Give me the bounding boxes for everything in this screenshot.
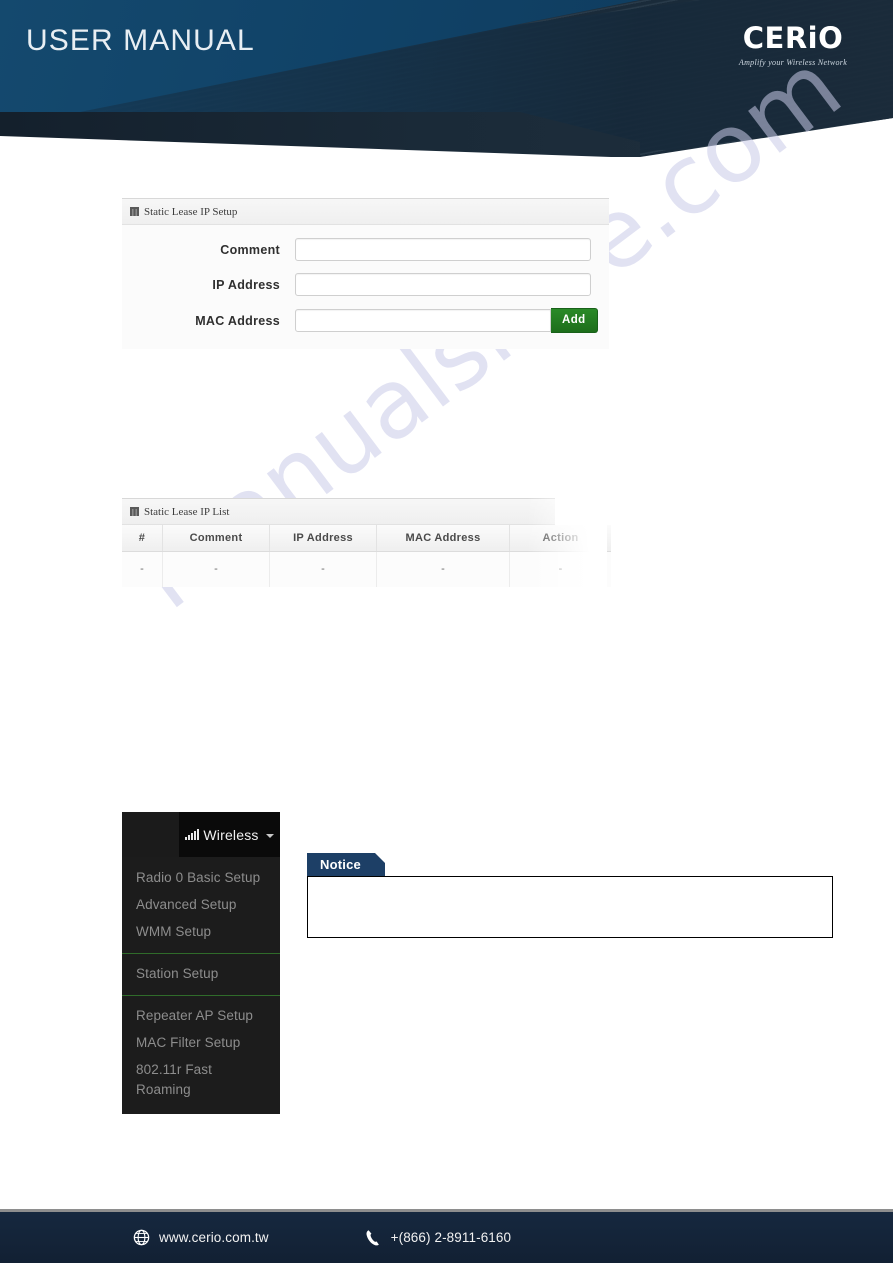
sidebar-item-advanced-setup[interactable]: Advanced Setup xyxy=(122,892,280,919)
wireless-menu-header: Wireless xyxy=(122,812,280,857)
cell-comment: - xyxy=(162,551,270,587)
sidebar-item-radio-0-basic-setup[interactable]: Radio 0 Basic Setup xyxy=(122,865,280,892)
notice-box: Notice xyxy=(307,853,833,938)
cell-ip: - xyxy=(269,551,377,587)
mac-address-label: MAC Address xyxy=(195,313,280,328)
brand-name: CERiO xyxy=(742,21,844,55)
form-row-comment: Comment xyxy=(122,238,609,261)
static-lease-ip-table: # Comment IP Address MAC Address Action … xyxy=(122,525,611,587)
ip-address-input[interactable] xyxy=(295,273,591,296)
watermark: manualshive.com xyxy=(116,31,861,850)
list-panel-header: Static Lease IP List xyxy=(122,498,555,525)
column-header-mac: MAC Address xyxy=(376,525,510,552)
setup-panel-header: Static Lease IP Setup xyxy=(122,198,609,225)
column-header-ip: IP Address xyxy=(269,525,377,552)
footer-phone-text: +(866) 2-8911-6160 xyxy=(390,1230,512,1245)
wireless-menu-group-3: Repeater AP Setup MAC Filter Setup 802.1… xyxy=(122,1001,280,1107)
page-header: USER MANUAL CERiO Amplify your Wireless … xyxy=(0,0,893,157)
comment-label: Comment xyxy=(220,242,280,257)
signal-bars-icon xyxy=(185,829,200,840)
cell-action[interactable]: - xyxy=(509,551,611,587)
add-button[interactable]: Add xyxy=(551,308,598,333)
table-row: - - - - - xyxy=(122,551,611,587)
sidebar-item-mac-filter-setup[interactable]: MAC Filter Setup xyxy=(122,1030,280,1057)
brand-logo: CERiO Amplify your Wireless Network xyxy=(723,21,863,68)
phone-icon xyxy=(365,1229,382,1247)
page-footer: www.cerio.com.tw +(866) 2-8911-6160 xyxy=(0,1209,893,1263)
static-lease-ip-list-panel: Static Lease IP List # Comment IP Addres… xyxy=(122,498,611,588)
wireless-menu-tab[interactable]: Wireless xyxy=(179,812,280,857)
footer-website-text: www.cerio.com.tw xyxy=(159,1230,269,1245)
setup-panel-body: Comment IP Address MAC Address Add xyxy=(122,225,609,349)
static-lease-ip-setup-panel: Static Lease IP Setup Comment IP Address… xyxy=(122,198,609,349)
mac-address-input[interactable] xyxy=(295,309,551,332)
sidebar-item-802-11r-fast-roaming[interactable]: 802.11r Fast Roaming xyxy=(122,1057,280,1105)
brand-tagline: Amplify your Wireless Network xyxy=(738,58,848,67)
wireless-menu-label: Wireless xyxy=(203,826,259,843)
column-header-index: # xyxy=(122,525,163,552)
page-title: USER MANUAL xyxy=(26,24,255,57)
notice-tab-label: Notice xyxy=(307,853,385,876)
setup-panel-title: Static Lease IP Setup xyxy=(144,205,238,218)
ip-address-label: IP Address xyxy=(212,277,280,292)
grid-icon xyxy=(130,507,139,516)
cell-mac: - xyxy=(376,551,510,587)
wireless-menu-group-1: Radio 0 Basic Setup Advanced Setup WMM S… xyxy=(122,863,280,948)
sidebar-item-wmm-setup[interactable]: WMM Setup xyxy=(122,919,280,946)
column-header-action: Action xyxy=(509,525,611,552)
grid-icon xyxy=(130,207,139,216)
column-header-comment: Comment xyxy=(162,525,270,552)
wireless-menu-body: Radio 0 Basic Setup Advanced Setup WMM S… xyxy=(122,857,280,1115)
comment-input[interactable] xyxy=(295,238,591,261)
cell-index: - xyxy=(122,551,163,587)
list-panel-title: Static Lease IP List xyxy=(144,505,230,518)
notice-body-text xyxy=(307,876,833,938)
wireless-menu-group-2: Station Setup xyxy=(122,952,280,996)
form-row-mac-address: MAC Address Add xyxy=(122,308,609,333)
chevron-down-icon[interactable] xyxy=(265,833,274,838)
wireless-sidebar-menu: Wireless Radio 0 Basic Setup Advanced Se… xyxy=(122,812,280,1115)
footer-phone[interactable]: +(866) 2-8911-6160 xyxy=(365,1229,512,1247)
globe-icon xyxy=(133,1229,150,1246)
form-row-ip-address: IP Address xyxy=(122,273,609,296)
sidebar-item-repeater-ap-setup[interactable]: Repeater AP Setup xyxy=(122,1003,280,1030)
sidebar-item-station-setup[interactable]: Station Setup xyxy=(122,961,280,988)
table-header-row: # Comment IP Address MAC Address Action xyxy=(122,525,611,552)
footer-website[interactable]: www.cerio.com.tw xyxy=(133,1229,269,1246)
